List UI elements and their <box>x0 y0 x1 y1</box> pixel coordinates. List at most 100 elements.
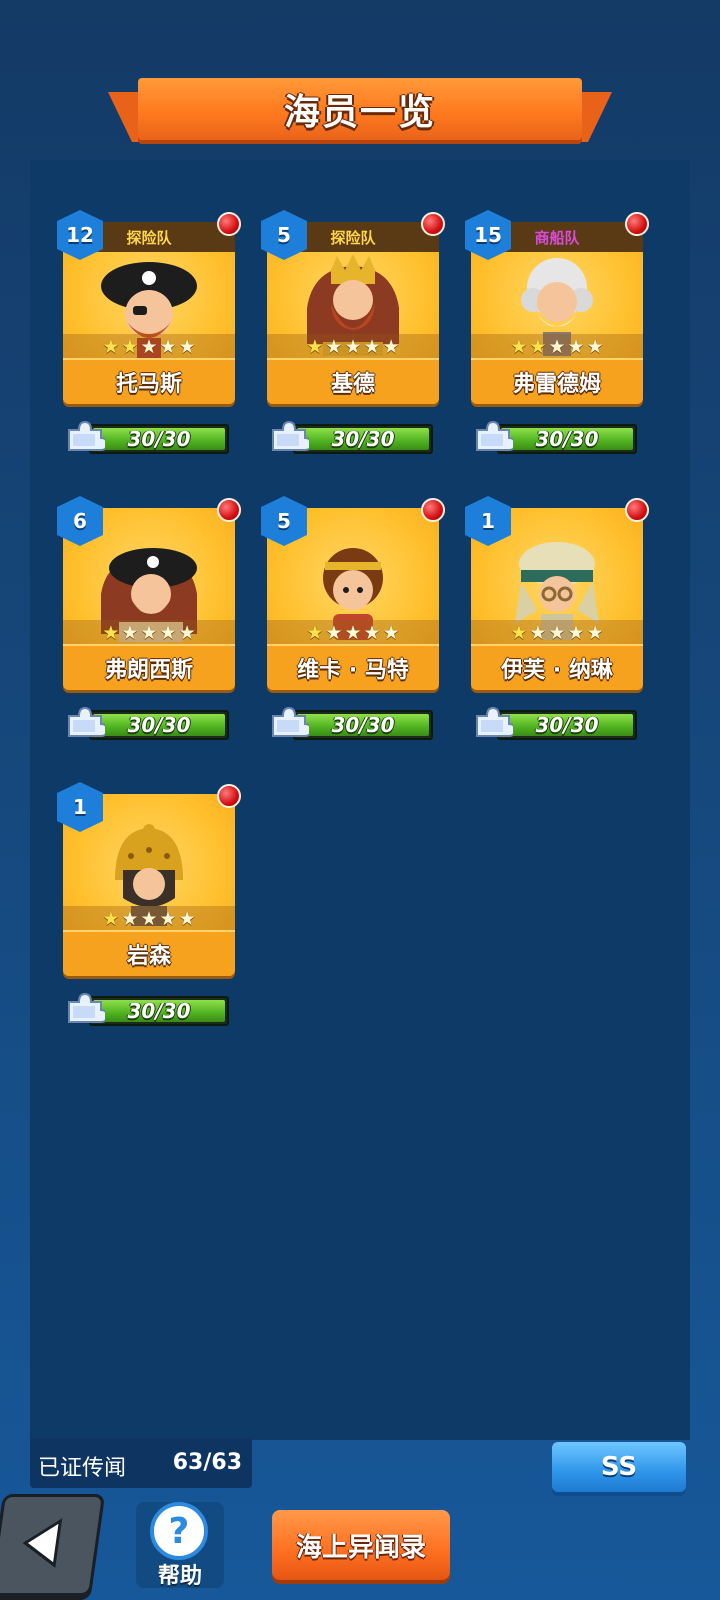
star-empty-icon: ★ <box>178 622 196 644</box>
fragment-progress: 30/30 <box>267 706 439 740</box>
crew-name-plate: 托马斯 <box>63 358 235 404</box>
level-value: 1 <box>481 509 495 533</box>
help-label: 帮助 <box>157 1564 202 1589</box>
puzzle-piece-icon <box>269 420 313 452</box>
crew-name: 岩森 <box>126 944 171 969</box>
star-filled-icon: ★ <box>102 336 120 358</box>
fragment-count: 30/30 <box>331 427 395 451</box>
fragment-progress: 30/30 <box>471 420 643 454</box>
star-empty-icon: ★ <box>363 336 381 358</box>
star-empty-icon: ★ <box>178 336 196 358</box>
crew-name-plate: 伊芙 · 纳琳 <box>471 644 643 690</box>
crew-grid-panel: 探险队 ★ ★ ★ ★ ★ 托马斯 12 30/30 探险队 ★ ★ ★ ★ ★ 基德 5 30/30 商船队 ★ ★ ★… <box>30 160 690 1440</box>
star-filled-icon: ★ <box>102 908 120 930</box>
fragment-progress-bar: 30/30 <box>293 424 433 454</box>
star-filled-icon: ★ <box>306 622 324 644</box>
crew-card[interactable]: 探险队 ★ ★ ★ ★ ★ 托马斯 12 30/30 <box>57 182 241 454</box>
star-empty-icon: ★ <box>159 908 177 930</box>
star-empty-icon: ★ <box>363 622 381 644</box>
crew-name: 维卡 · 马特 <box>297 658 409 683</box>
level-value: 1 <box>73 795 87 819</box>
star-empty-icon: ★ <box>586 622 604 644</box>
crew-card[interactable]: ★ ★ ★ ★ ★ 弗朗西斯 6 30/30 <box>57 468 241 740</box>
question-icon: ? <box>150 1502 208 1560</box>
notification-dot <box>217 498 241 522</box>
fragment-progress-bar: 30/30 <box>497 424 637 454</box>
star-empty-icon: ★ <box>382 336 400 358</box>
crew-card[interactable]: ★ ★ ★ ★ ★ 岩森 1 30/30 <box>57 754 241 1026</box>
fragment-count: 30/30 <box>535 427 599 451</box>
notification-dot <box>217 212 241 236</box>
star-empty-icon: ★ <box>548 622 566 644</box>
fragment-progress-bar: 30/30 <box>89 710 229 740</box>
ribbon-band: 海员一览 <box>138 78 582 140</box>
star-empty-icon: ★ <box>140 622 158 644</box>
star-empty-icon: ★ <box>140 336 158 358</box>
star-empty-icon: ★ <box>567 336 585 358</box>
fragment-progress-bar: 30/30 <box>497 710 637 740</box>
level-value: 12 <box>66 223 94 247</box>
crew-name: 托马斯 <box>115 372 182 397</box>
level-value: 15 <box>474 223 502 247</box>
fragment-progress-bar: 30/30 <box>293 710 433 740</box>
fragment-count: 30/30 <box>331 713 395 737</box>
crew-card[interactable]: ★ ★ ★ ★ ★ 伊芙 · 纳琳 1 30/30 <box>465 468 649 740</box>
puzzle-piece-icon <box>65 420 109 452</box>
title-ribbon: 海员一览 <box>108 78 612 152</box>
star-empty-icon: ★ <box>121 622 139 644</box>
fragment-progress: 30/30 <box>267 420 439 454</box>
sea-stories-log-button[interactable]: 海上异闻录 <box>272 1510 450 1580</box>
star-empty-icon: ★ <box>159 622 177 644</box>
star-empty-icon: ★ <box>344 622 362 644</box>
puzzle-piece-icon <box>473 420 517 452</box>
crew-name: 弗朗西斯 <box>104 658 193 683</box>
star-filled-icon: ★ <box>529 336 547 358</box>
fragment-count: 30/30 <box>127 427 191 451</box>
star-empty-icon: ★ <box>529 622 547 644</box>
fragment-progress: 30/30 <box>63 706 235 740</box>
back-button[interactable] <box>0 1494 106 1596</box>
proven-rumors-value: 63/63 <box>172 1450 242 1475</box>
star-empty-icon: ★ <box>567 622 585 644</box>
page-title: 海员一览 <box>283 92 436 133</box>
puzzle-piece-icon <box>65 992 109 1024</box>
crew-card[interactable]: ★ ★ ★ ★ ★ 维卡 · 马特 5 30/30 <box>261 468 445 740</box>
crew-name-plate: 弗雷德姆 <box>471 358 643 404</box>
ss-button[interactable]: SS <box>552 1442 686 1492</box>
ss-button-label: SS <box>600 1452 638 1482</box>
crew-name: 弗雷德姆 <box>512 372 601 397</box>
crew-name: 伊芙 · 纳琳 <box>501 658 613 683</box>
star-empty-icon: ★ <box>140 908 158 930</box>
puzzle-piece-icon <box>269 706 313 738</box>
fragment-count: 30/30 <box>535 713 599 737</box>
sea-stories-log-label: 海上异闻录 <box>295 1532 426 1563</box>
fragment-count: 30/30 <box>127 713 191 737</box>
star-empty-icon: ★ <box>382 622 400 644</box>
crew-name: 基德 <box>330 372 375 397</box>
level-value: 5 <box>277 509 291 533</box>
notification-dot <box>625 498 649 522</box>
star-empty-icon: ★ <box>325 336 343 358</box>
star-empty-icon: ★ <box>159 336 177 358</box>
crew-name-plate: 维卡 · 马特 <box>267 644 439 690</box>
star-empty-icon: ★ <box>344 336 362 358</box>
crew-name-plate: 弗朗西斯 <box>63 644 235 690</box>
star-filled-icon: ★ <box>121 336 139 358</box>
proven-rumors-counter: 已证传闻 63/63 <box>30 1438 252 1488</box>
notification-dot <box>625 212 649 236</box>
fragment-count: 30/30 <box>127 999 191 1023</box>
fragment-progress-bar: 30/30 <box>89 424 229 454</box>
star-filled-icon: ★ <box>510 336 528 358</box>
notification-dot <box>217 784 241 808</box>
crew-card[interactable]: 商船队 ★ ★ ★ ★ ★ 弗雷德姆 15 30/30 <box>465 182 649 454</box>
crew-card[interactable]: 探险队 ★ ★ ★ ★ ★ 基德 5 30/30 <box>261 182 445 454</box>
star-empty-icon: ★ <box>178 908 196 930</box>
arrow-left-icon <box>22 1518 63 1568</box>
star-empty-icon: ★ <box>548 336 566 358</box>
crew-name-plate: 岩森 <box>63 930 235 976</box>
star-filled-icon: ★ <box>306 336 324 358</box>
star-empty-icon: ★ <box>121 908 139 930</box>
crew-name-plate: 基德 <box>267 358 439 404</box>
proven-rumors-label: 已证传闻 <box>38 1456 127 1481</box>
help-button[interactable]: ? 帮助 <box>136 1502 224 1589</box>
